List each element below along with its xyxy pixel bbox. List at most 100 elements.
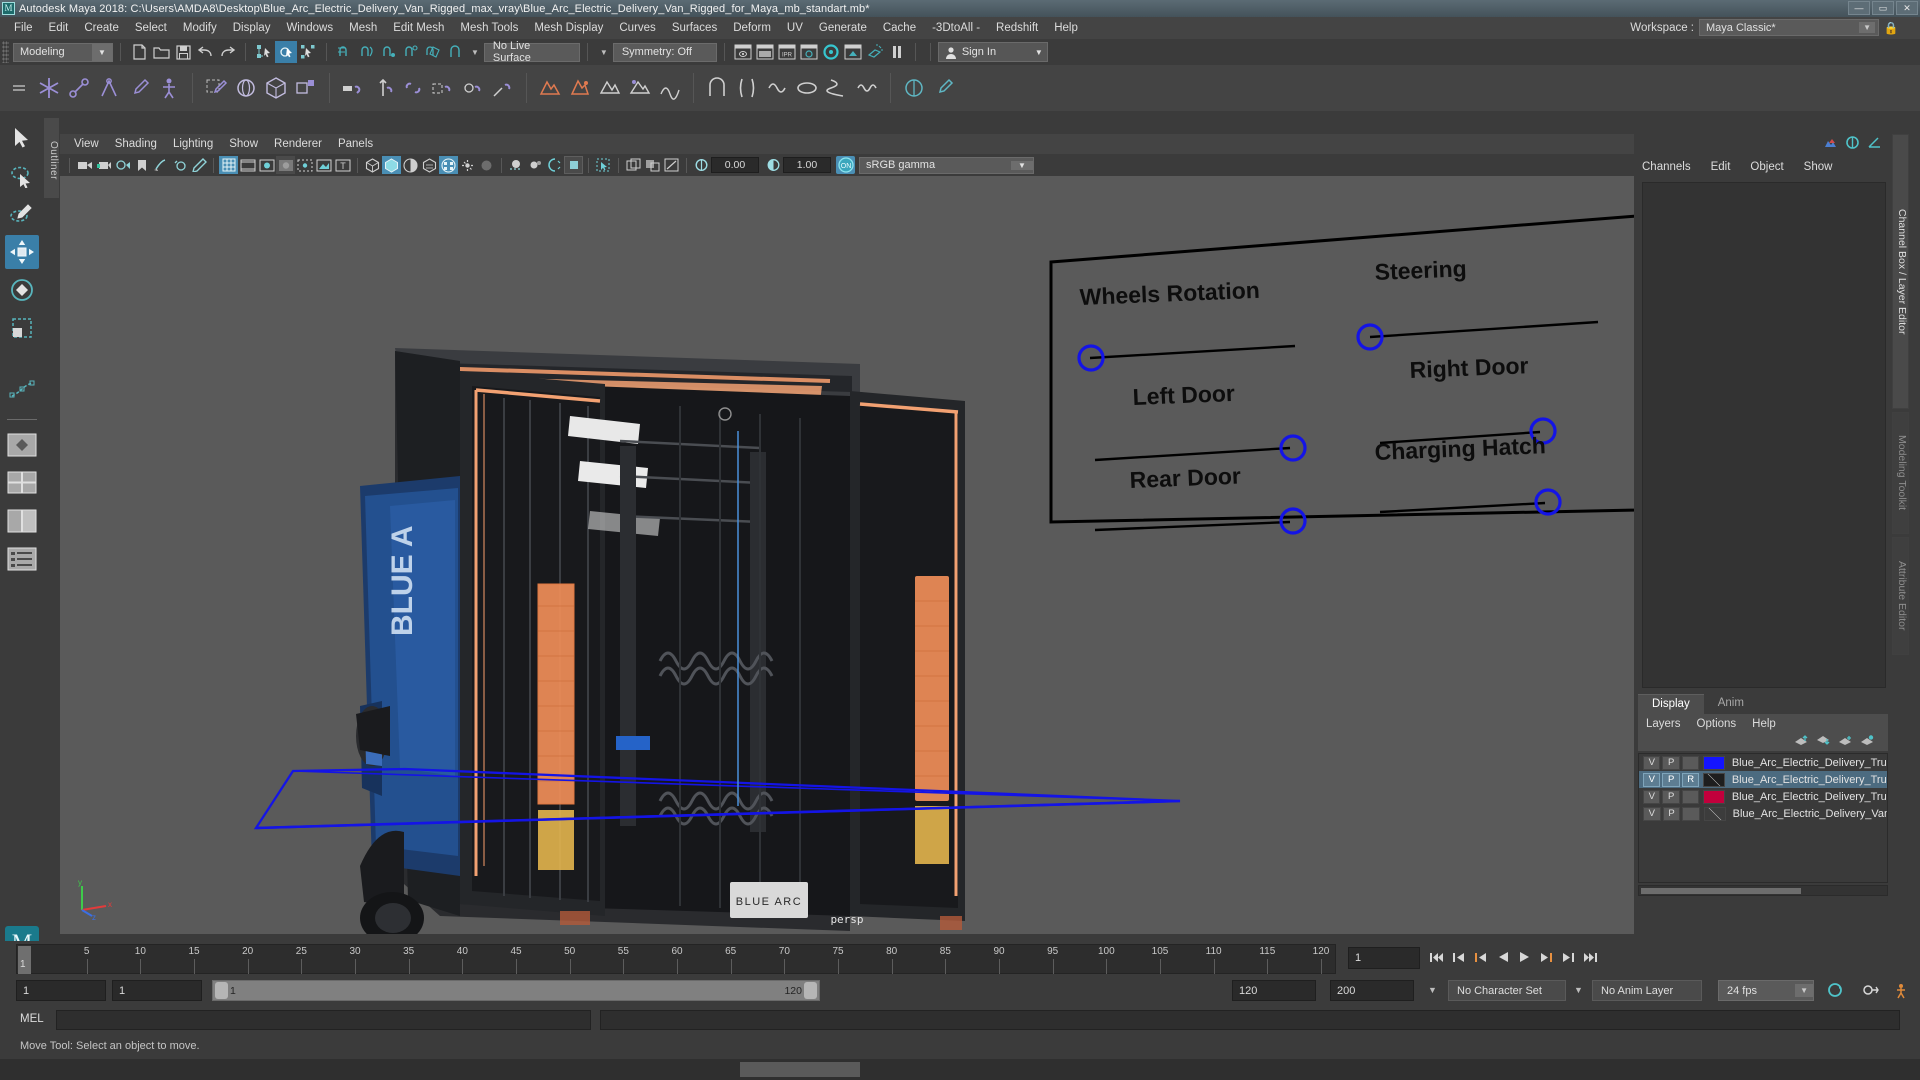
view-transform-icon[interactable] <box>662 156 681 174</box>
go-to-start-icon[interactable] <box>1428 947 1445 967</box>
step-forward-frame-icon[interactable] <box>1538 947 1555 967</box>
exposure-field[interactable]: 0.00 <box>711 157 759 173</box>
sine-deformer-icon[interactable] <box>762 71 792 105</box>
menu-item-redshift[interactable]: Redshift <box>988 19 1046 37</box>
paint-skin-weights-icon[interactable] <box>929 71 959 105</box>
viewport-menu-panels[interactable]: Panels <box>330 136 381 152</box>
sign-in-button[interactable]: Sign In ▼ <box>937 42 1048 62</box>
gamma-icon[interactable] <box>764 156 783 174</box>
pause-icon[interactable] <box>886 41 908 63</box>
select-by-object-icon[interactable] <box>275 41 297 63</box>
layer-list[interactable]: V P Blue_Arc_Electric_Delivery_Truc V P … <box>1638 753 1888 883</box>
shaded-wireframe-icon[interactable] <box>401 156 420 174</box>
layer-menu-layers[interactable]: Layers <box>1646 718 1681 730</box>
range-end-field[interactable]: 120 <box>1232 980 1316 1001</box>
viewport-menu-shading[interactable]: Shading <box>107 136 165 152</box>
twist-deformer-icon[interactable] <box>822 71 852 105</box>
ipr-render-icon[interactable]: IPR <box>776 41 798 63</box>
animation-preferences-loop-icon[interactable] <box>1826 981 1844 1004</box>
layer-visibility-toggle[interactable]: V <box>1643 789 1661 804</box>
scale-constraint-icon[interactable] <box>428 71 458 105</box>
menu-item-curves[interactable]: Curves <box>611 19 663 37</box>
select-by-hierarchy-icon[interactable] <box>253 41 275 63</box>
hypershade-icon[interactable] <box>820 41 842 63</box>
grid-toggle-icon[interactable] <box>219 156 238 174</box>
animation-start-field[interactable]: 1 <box>112 980 202 1001</box>
layer-color-swatch[interactable] <box>1703 755 1725 770</box>
sphere-primitive-icon[interactable] <box>231 71 261 105</box>
exposure-icon[interactable] <box>692 156 711 174</box>
xray-joints-icon[interactable] <box>295 156 314 174</box>
table-row[interactable]: V P Blue_Arc_Electric_Delivery_Van <box>1639 805 1887 822</box>
channel-box-icon[interactable] <box>1823 136 1838 154</box>
paint-weights-icon[interactable] <box>124 71 154 105</box>
color-management-toggle-icon[interactable]: ON <box>836 156 855 174</box>
animation-preferences-icon[interactable] <box>1892 981 1910 1004</box>
twopoint-focus-icon[interactable] <box>170 156 189 174</box>
make-live-icon[interactable] <box>444 41 466 63</box>
parent-constraint-icon[interactable] <box>338 71 368 105</box>
layer-visibility-toggle[interactable]: V <box>1643 772 1661 787</box>
time-slider-track[interactable]: 1 5 10 15 20 25 30 35 40 45 50 55 60 65 70 75 80 85 90 95 1… <box>16 944 1336 974</box>
deform-lattice-icon[interactable] <box>535 71 565 105</box>
wireframe-shading-icon[interactable] <box>363 156 382 174</box>
time-slider-cursor[interactable]: 1 <box>18 946 31 974</box>
range-slider-bar[interactable]: 1 120 <box>212 980 820 1001</box>
table-row[interactable]: V P Blue_Arc_Electric_Delivery_Truc <box>1639 754 1887 771</box>
rig-control-panel[interactable]: Wheels Rotation Steering Left Door Right… <box>1045 210 1645 560</box>
range-start-field[interactable]: 1 <box>16 980 106 1001</box>
layer-name[interactable]: Blue_Arc_Electric_Delivery_Truc <box>1732 774 1887 786</box>
four-view-layout-icon[interactable] <box>5 466 39 500</box>
tab-anim[interactable]: Anim <box>1703 694 1758 714</box>
menu-item-select[interactable]: Select <box>127 19 175 37</box>
layer-playback-toggle[interactable]: P <box>1662 789 1680 804</box>
go-to-end-icon[interactable] <box>1582 947 1599 967</box>
lasso-select-tool-icon[interactable] <box>5 159 39 193</box>
outliner-layout-icon[interactable] <box>5 542 39 576</box>
viewport-display-options-icon[interactable] <box>564 156 583 174</box>
menu-item-help[interactable]: Help <box>1046 19 1086 37</box>
save-scene-icon[interactable] <box>172 41 194 63</box>
playback-end-field[interactable]: 200 <box>1330 980 1414 1001</box>
snap-to-view-plane-icon[interactable] <box>422 41 444 63</box>
resolution-gate-icon[interactable] <box>257 156 276 174</box>
rotate-tool-icon[interactable] <box>5 273 39 307</box>
select-camera-icon[interactable] <box>75 156 94 174</box>
image-plane-icon[interactable] <box>151 156 170 174</box>
layer-menu-help[interactable]: Help <box>1752 718 1776 730</box>
layer-playback-toggle[interactable]: P <box>1662 806 1681 821</box>
ik-handle-icon[interactable] <box>94 71 124 105</box>
menu-item-mesh-display[interactable]: Mesh Display <box>526 19 611 37</box>
squash-deformer-icon[interactable] <box>792 71 822 105</box>
menu-item-cache[interactable]: Cache <box>875 19 924 37</box>
range-start-handle[interactable] <box>215 982 228 999</box>
snap-to-curve-icon[interactable] <box>356 41 378 63</box>
layer-color-swatch[interactable] <box>1704 806 1726 821</box>
layer-menu-options[interactable]: Options <box>1697 718 1737 730</box>
menu-item-3dtoall[interactable]: -3DtoAll - <box>924 19 988 37</box>
menu-item-windows[interactable]: Windows <box>278 19 341 37</box>
menu-item-mesh[interactable]: Mesh <box>341 19 385 37</box>
layer-color-swatch[interactable] <box>1703 772 1725 787</box>
tab-channel-box-layer-editor[interactable]: Channel Box / Layer Editor <box>1892 134 1909 409</box>
command-output[interactable] <box>600 1010 1900 1030</box>
play-backwards-icon[interactable] <box>1494 947 1511 967</box>
skin-bind-icon[interactable] <box>899 71 929 105</box>
move-layer-up-icon[interactable] <box>1794 733 1808 751</box>
chevron-down-icon[interactable]: ▼ <box>1428 985 1437 995</box>
ambient-occlusion-icon[interactable] <box>477 156 496 174</box>
character-set-select[interactable]: No Character Set <box>1448 980 1566 1001</box>
extrude-icon[interactable] <box>291 71 321 105</box>
table-row[interactable]: V P Blue_Arc_Electric_Delivery_Truc <box>1639 788 1887 805</box>
layer-visibility-toggle[interactable]: V <box>1643 806 1661 821</box>
open-scene-icon[interactable] <box>150 41 172 63</box>
new-scene-icon[interactable] <box>128 41 150 63</box>
maximize-button[interactable]: ▭ <box>1872 1 1894 15</box>
point-constraint-icon[interactable] <box>368 71 398 105</box>
table-row[interactable]: V P R Blue_Arc_Electric_Delivery_Truc <box>1639 771 1887 788</box>
lock-camera-icon[interactable] <box>94 156 113 174</box>
channel-box-body[interactable] <box>1642 182 1886 688</box>
menu-item-generate[interactable]: Generate <box>811 19 875 37</box>
channel-box-menu-channels[interactable]: Channels <box>1642 161 1691 173</box>
menu-set-select[interactable]: Modeling ▼ <box>13 42 113 62</box>
